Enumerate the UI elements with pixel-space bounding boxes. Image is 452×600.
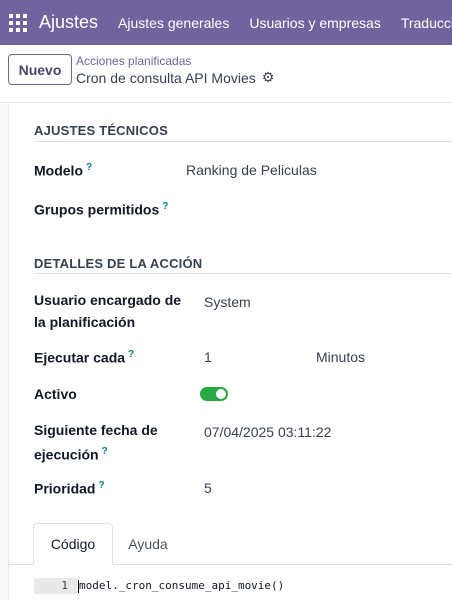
groups-label: Grupos permitidos?: [34, 201, 169, 218]
next-execution-field[interactable]: 07/04/2025 03:11:22: [204, 424, 331, 440]
section-title-action: DETALLES DE LA ACCIÓN: [34, 256, 203, 271]
priority-label: Prioridad?: [34, 480, 105, 497]
help-question-icon[interactable]: ?: [162, 201, 168, 212]
menu-ajustes-generales[interactable]: Ajustes generales: [118, 15, 229, 31]
tab-code[interactable]: Código: [33, 523, 113, 565]
active-label: Activo: [34, 386, 77, 402]
new-button[interactable]: Nuevo: [8, 54, 72, 85]
line-number: 1: [34, 578, 77, 594]
code-editor-line[interactable]: 1 model._cron_consume_api_movie(): [9, 578, 452, 594]
top-navbar: Ajustes Ajustes generales Usuarios y emp…: [0, 0, 452, 45]
section-divider: [34, 141, 452, 142]
model-field[interactable]: Ranking de Peliculas: [186, 162, 317, 178]
control-panel: Nuevo Acciones planificadas Cron de cons…: [0, 45, 452, 103]
interval-unit-select[interactable]: Minutos: [316, 349, 365, 365]
breadcrumb-link[interactable]: Acciones planificadas: [76, 54, 191, 68]
help-question-icon[interactable]: ?: [98, 480, 104, 491]
next-execution-label: Siguiente fecha de ejecución?: [34, 422, 158, 463]
user-field[interactable]: System: [204, 294, 251, 310]
user-label: Usuario encargado de la planificación: [34, 292, 182, 330]
active-toggle[interactable]: [200, 387, 228, 401]
section-title-technical: AJUSTES TÉCNICOS: [34, 123, 168, 138]
record-title-text: Cron de consulta API Movies: [76, 69, 256, 86]
priority-field[interactable]: 5: [204, 480, 212, 496]
apps-grid-icon[interactable]: [9, 13, 27, 32]
app-brand[interactable]: Ajustes: [39, 12, 98, 33]
section-divider: [34, 273, 452, 274]
interval-label: Ejecutar cada?: [34, 349, 135, 366]
help-question-icon[interactable]: ?: [86, 162, 92, 173]
menu-traducciones[interactable]: Traduccion: [401, 15, 452, 31]
interval-number-field[interactable]: 1: [204, 349, 212, 365]
code-text[interactable]: model._cron_consume_api_movie(): [78, 579, 284, 593]
form-sheet: AJUSTES TÉCNICOS Modelo? Ranking de Peli…: [8, 104, 452, 600]
help-question-icon[interactable]: ?: [128, 349, 134, 360]
gear-icon[interactable]: ⚙: [262, 69, 275, 86]
record-title: Cron de consulta API Movies ⚙: [76, 69, 274, 86]
help-question-icon[interactable]: ?: [102, 446, 108, 457]
model-label: Modelo?: [34, 162, 93, 179]
menu-usuarios-empresas[interactable]: Usuarios y empresas: [249, 15, 381, 31]
tab-help[interactable]: Ayuda: [115, 523, 181, 565]
